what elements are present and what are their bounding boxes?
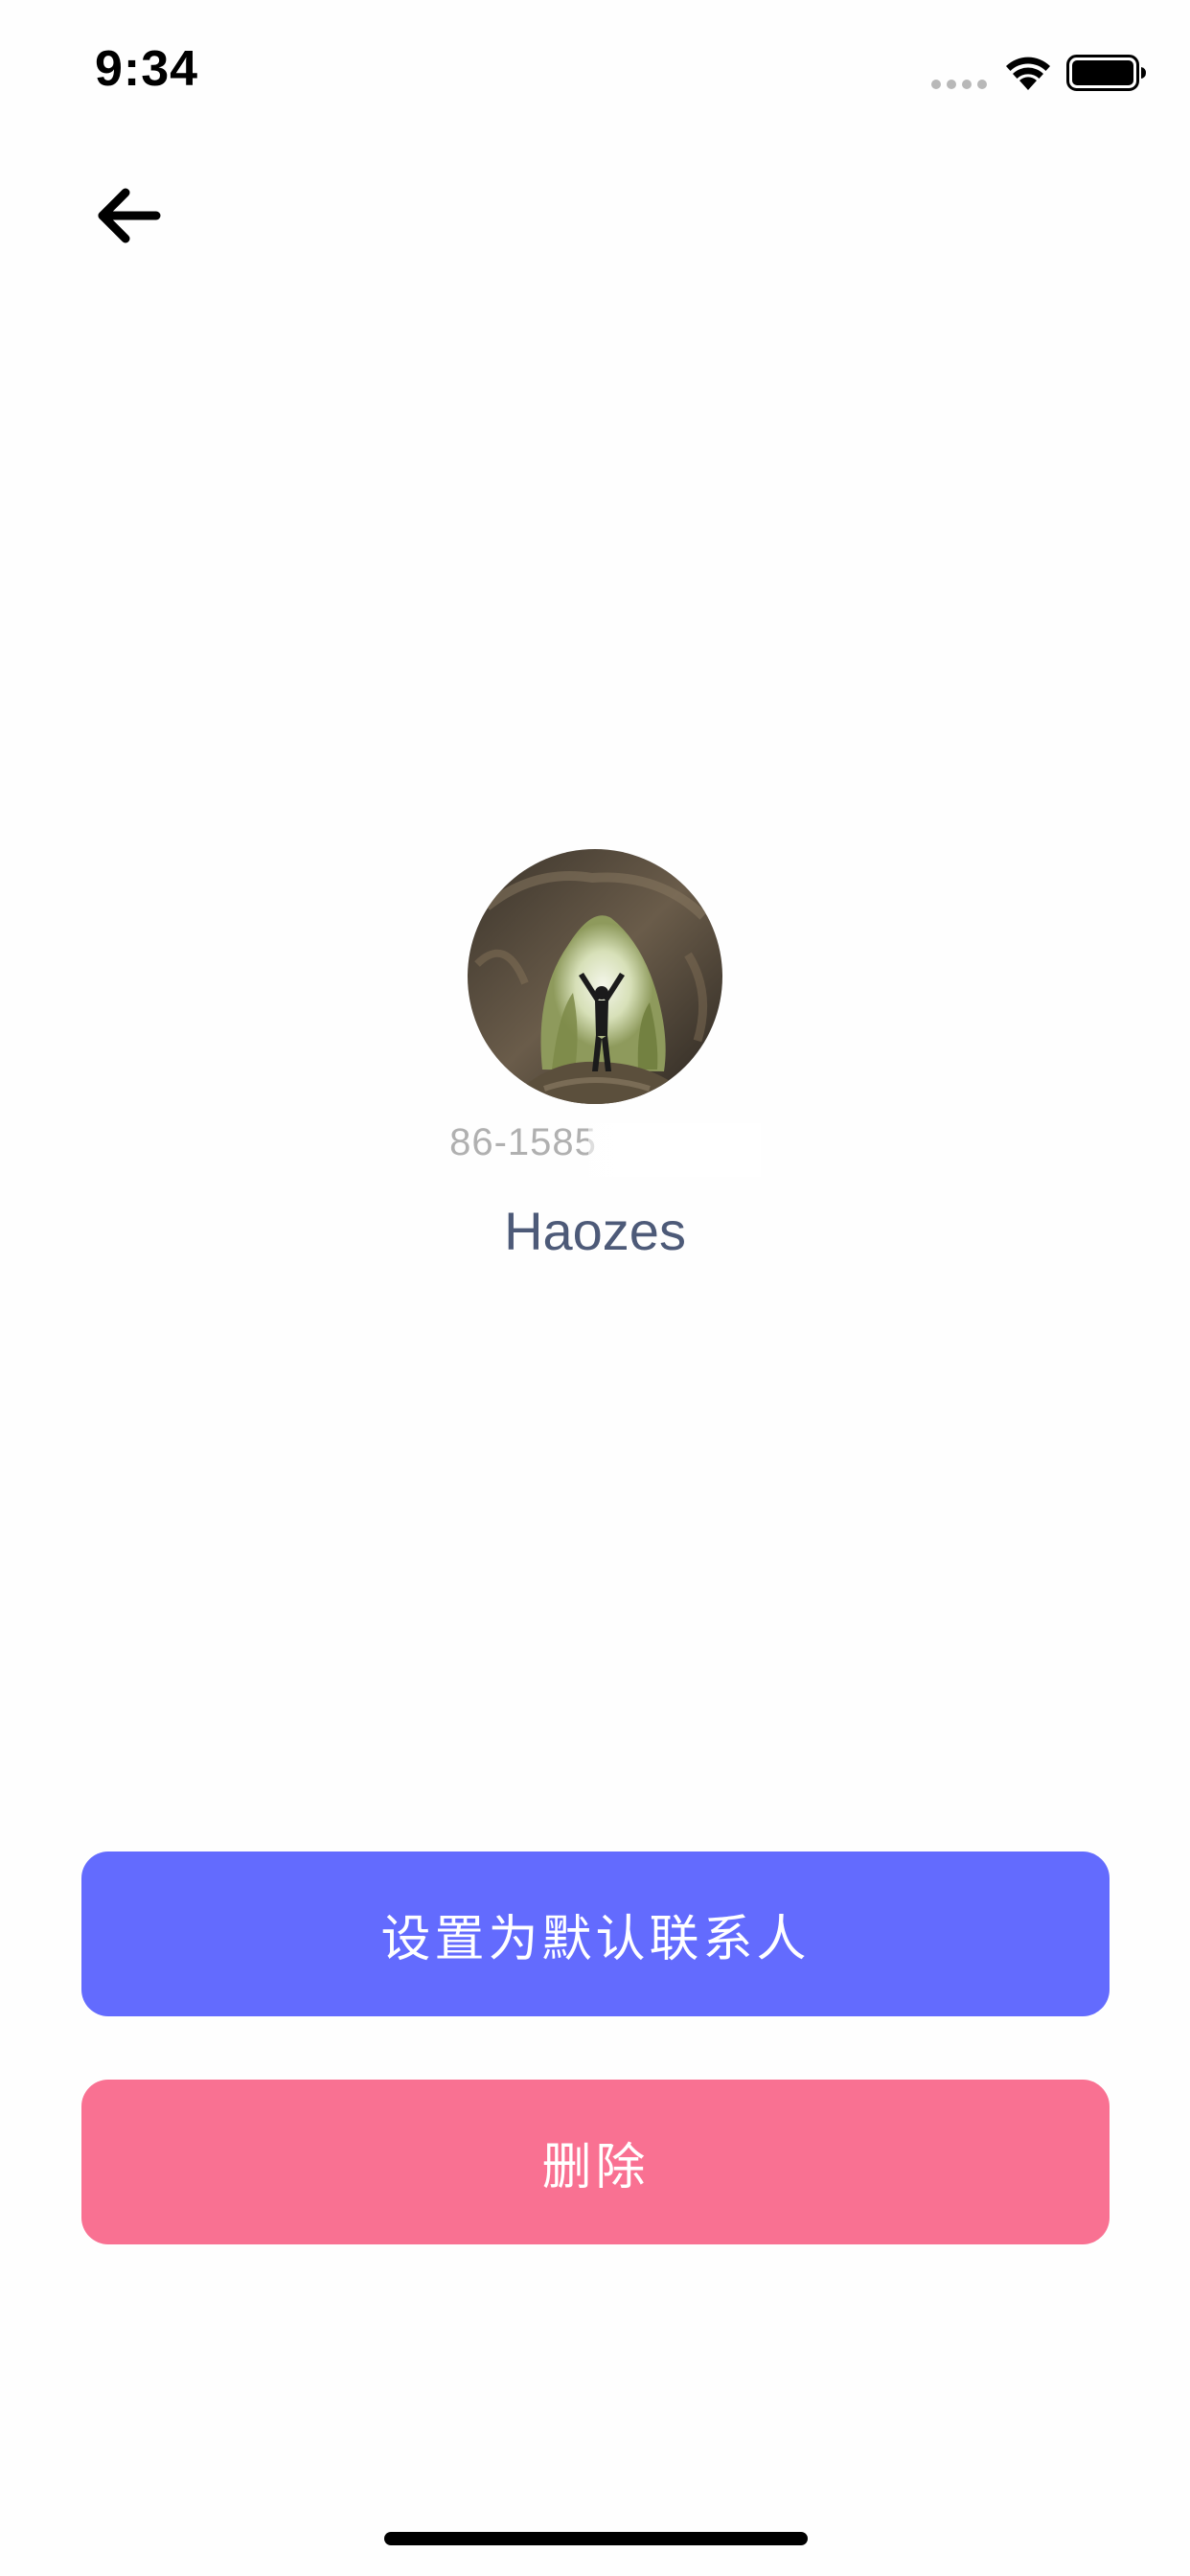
wifi-icon: [1006, 57, 1050, 90]
status-time: 9:34: [95, 41, 199, 97]
status-bar: 9:34: [0, 0, 1190, 144]
set-default-contact-button[interactable]: 设置为默认联系人: [81, 1852, 1110, 2016]
contact-name: Haozes: [504, 1201, 686, 1261]
back-button[interactable]: [84, 172, 171, 259]
contact-detail-screen: 9:34 86-1585 Haozes 设置为默认联系人 删除: [0, 0, 1190, 2576]
home-indicator[interactable]: [384, 2532, 808, 2545]
phone-number-mask: [588, 1123, 761, 1177]
cellular-signal-icon: [931, 80, 987, 91]
arrow-left-icon: [98, 188, 161, 243]
battery-icon: [1066, 55, 1146, 91]
delete-button[interactable]: 删除: [81, 2080, 1110, 2244]
avatar: [468, 849, 722, 1104]
